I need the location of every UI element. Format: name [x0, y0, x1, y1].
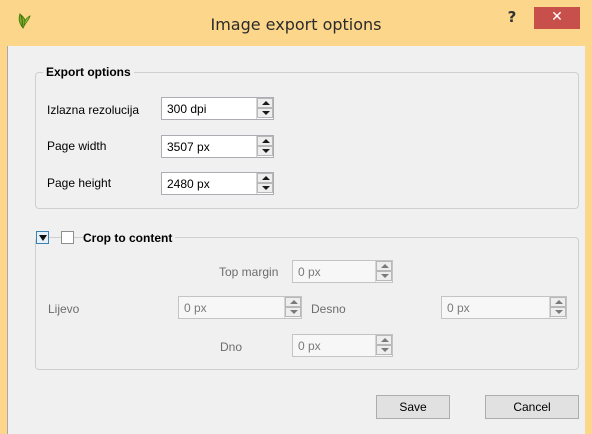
right-margin-stepper[interactable]: [549, 297, 566, 318]
arrow-up-icon: [262, 176, 270, 180]
export-options-legend: Export options: [43, 65, 134, 79]
arrow-down-icon: [381, 274, 389, 278]
title-bar[interactable]: Image export options ? ✕: [0, 0, 592, 46]
arrow-down-icon: [290, 310, 298, 314]
arrow-up-icon: [381, 264, 389, 268]
arrow-up-icon: [290, 300, 298, 304]
bottom-margin-value[interactable]: 0 px: [298, 339, 321, 353]
close-button[interactable]: ✕: [534, 7, 580, 29]
arrow-up-icon: [555, 300, 563, 304]
save-button[interactable]: Save: [376, 395, 450, 419]
page-width-spinbox[interactable]: 3507 px: [161, 135, 274, 158]
page-width-up-button[interactable]: [257, 136, 273, 146]
bottom-margin-down-button[interactable]: [376, 345, 392, 355]
collapse-arrow-icon: [39, 235, 47, 241]
resolution-label: Izlazna rezolucija: [47, 103, 140, 117]
arrow-down-icon: [262, 149, 270, 153]
bottom-margin-spinbox[interactable]: 0 px: [292, 334, 393, 357]
page-height-up-button[interactable]: [257, 173, 273, 183]
top-margin-up-button[interactable]: [376, 261, 392, 271]
page-height-spinbox[interactable]: 2480 px: [161, 172, 274, 195]
resolution-value[interactable]: 300 dpi: [167, 102, 206, 116]
arrow-down-icon: [262, 111, 270, 115]
top-margin-down-button[interactable]: [376, 271, 392, 281]
arrow-down-icon: [381, 348, 389, 352]
arrow-down-icon: [555, 310, 563, 314]
crop-checkbox[interactable]: [61, 231, 74, 244]
left-margin-value[interactable]: 0 px: [184, 301, 207, 315]
cancel-button[interactable]: Cancel: [485, 395, 579, 419]
resolution-up-button[interactable]: [257, 98, 273, 108]
collapse-toggle[interactable]: [36, 231, 49, 244]
left-margin-up-button[interactable]: [285, 297, 301, 307]
export-options-group: [35, 72, 579, 209]
page-height-value[interactable]: 2480 px: [167, 177, 210, 191]
arrow-up-icon: [262, 139, 270, 143]
dialog-body: Export options Izlazna rezolucija 300 dp…: [7, 46, 585, 434]
page-height-stepper[interactable]: [256, 173, 273, 194]
page-width-down-button[interactable]: [257, 146, 273, 156]
right-margin-down-button[interactable]: [550, 307, 566, 317]
right-margin-label: Desno: [311, 302, 346, 316]
top-margin-spinbox[interactable]: 0 px: [292, 260, 393, 283]
right-margin-value[interactable]: 0 px: [447, 301, 470, 315]
bottom-margin-stepper[interactable]: [375, 335, 392, 356]
crop-label[interactable]: Crop to content: [83, 231, 176, 245]
resolution-down-button[interactable]: [257, 108, 273, 118]
left-margin-down-button[interactable]: [285, 307, 301, 317]
page-width-label: Page width: [47, 139, 107, 153]
resolution-stepper[interactable]: [256, 98, 273, 119]
top-margin-stepper[interactable]: [375, 261, 392, 282]
resolution-spinbox[interactable]: 300 dpi: [161, 97, 274, 120]
page-width-value[interactable]: 3507 px: [167, 140, 210, 154]
arrow-up-icon: [262, 101, 270, 105]
help-button[interactable]: ?: [500, 7, 524, 29]
right-margin-up-button[interactable]: [550, 297, 566, 307]
top-margin-value[interactable]: 0 px: [298, 265, 321, 279]
left-margin-stepper[interactable]: [284, 297, 301, 318]
page-height-down-button[interactable]: [257, 183, 273, 193]
right-margin-spinbox[interactable]: 0 px: [441, 296, 567, 319]
left-margin-label: Lijevo: [48, 302, 80, 316]
left-margin-spinbox[interactable]: 0 px: [178, 296, 302, 319]
arrow-down-icon: [262, 186, 270, 190]
image-export-dialog: Image export options ? ✕ Export options …: [0, 0, 592, 434]
top-margin-label: Top margin: [219, 265, 279, 279]
page-height-label: Page height: [47, 176, 112, 190]
bottom-margin-label: Dno: [220, 340, 243, 354]
bottom-margin-up-button[interactable]: [376, 335, 392, 345]
page-width-stepper[interactable]: [256, 136, 273, 157]
arrow-up-icon: [381, 338, 389, 342]
